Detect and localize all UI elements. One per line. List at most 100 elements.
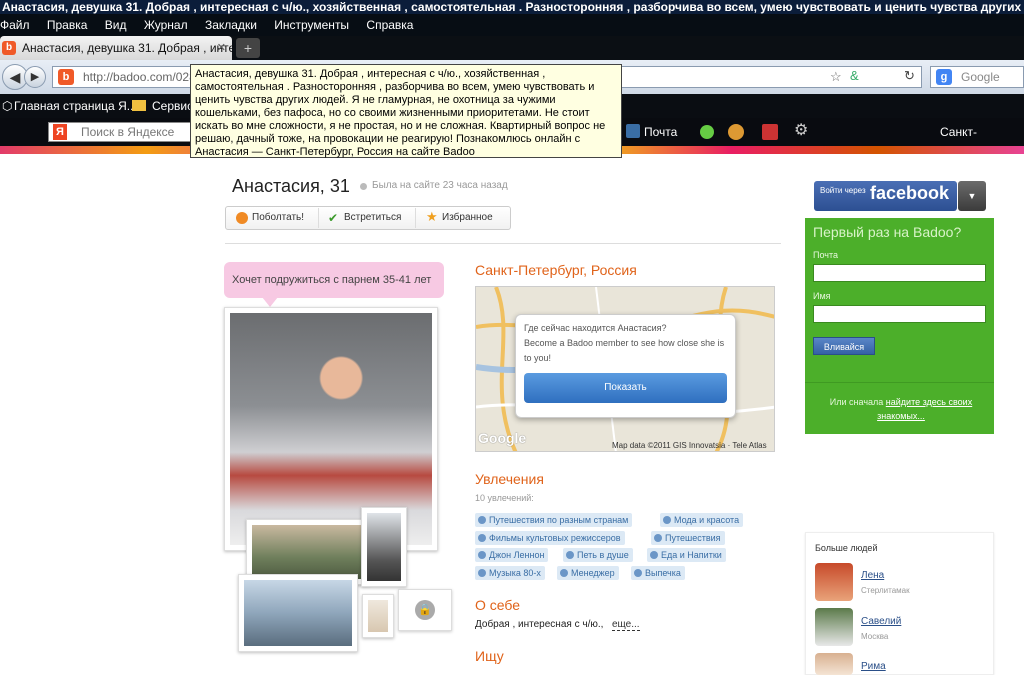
show-location-button[interactable]: Показать	[524, 373, 727, 403]
interest-tag[interactable]: Еда и Напитки	[647, 548, 726, 562]
yandex-bookmark-icon: ⬡	[2, 99, 13, 113]
tab-label: Анастасия, девушка 31. Добрая , интересн…	[22, 41, 232, 55]
avatar[interactable]	[815, 653, 853, 675]
web-search-placeholder: Google	[961, 70, 1000, 84]
google-icon: g	[936, 69, 952, 85]
weather-icon[interactable]	[700, 125, 714, 139]
last-seen-status: Была на сайте 23 часа назад	[372, 180, 508, 191]
interest-tag[interactable]: Фильмы культовых режиссеров	[475, 531, 625, 545]
name-label: Имя	[813, 291, 831, 301]
mail-icon	[626, 124, 640, 138]
person-name-link[interactable]: Рима	[861, 661, 886, 672]
meet-button[interactable]: ✔ Встретиться	[328, 206, 401, 230]
about-title: О себе	[475, 597, 521, 613]
chat-button[interactable]: Поболтать!	[236, 206, 304, 230]
menu-bookmarks[interactable]: Закладки	[205, 18, 257, 32]
email-field[interactable]	[813, 264, 986, 282]
yandex-mail-link[interactable]: Почта	[644, 118, 677, 146]
find-friends-note: Или сначала найдите здесь своих знакомых…	[812, 395, 990, 423]
person-city: Стерлитамак	[861, 586, 910, 595]
badoo-site-icon: b	[58, 69, 74, 85]
web-search-input[interactable]: g Google	[930, 66, 1024, 88]
name-field[interactable]	[813, 305, 986, 323]
facebook-logo: facebook	[870, 183, 950, 203]
join-button[interactable]: Вливайся	[813, 337, 875, 355]
traffic-icon[interactable]	[728, 124, 744, 140]
menu-view[interactable]: Вид	[105, 18, 127, 32]
interests-count: 10 увлечений:	[475, 493, 534, 503]
interest-tag[interactable]: Музыка 80-х	[475, 566, 545, 580]
thumbnail-photo-4[interactable]	[362, 594, 394, 638]
seeking-title: Ищу	[475, 648, 504, 664]
interests-title: Увлечения	[475, 471, 544, 487]
interest-tag[interactable]: Мода и красота	[660, 513, 744, 527]
more-people-title: Больше людей	[815, 543, 878, 553]
star-icon: ★	[426, 209, 438, 224]
favorite-button-label: Избранное	[442, 212, 493, 223]
badoo-favicon-icon: b	[2, 41, 16, 55]
chat-bubble-icon	[236, 212, 248, 224]
interest-tag[interactable]: Менеджер	[557, 566, 619, 580]
url-text: http://badoo.com/0280	[83, 70, 203, 84]
folder-icon	[132, 100, 146, 111]
wish-bubble: Хочет подружиться с парнем 35-41 лет	[224, 262, 444, 298]
checkmark-icon: ✔	[328, 211, 339, 225]
apps-icon[interactable]	[762, 124, 778, 140]
avatar[interactable]	[815, 608, 853, 646]
bookmark-star-icon[interactable]: ☆	[830, 69, 842, 85]
about-text: Добрая , интересная с ч/ю.,	[475, 619, 604, 630]
facebook-dropdown-icon[interactable]: ▼	[958, 181, 986, 211]
city-photo	[244, 580, 352, 646]
thumbnail-photo-3[interactable]	[238, 574, 358, 652]
menu-history[interactable]: Журнал	[144, 18, 188, 32]
menu-file[interactable]: Файл	[0, 18, 30, 32]
bookmark-services[interactable]: Сервис	[152, 94, 193, 118]
bookmark-yandex-home[interactable]: Главная страница Я...	[14, 94, 137, 118]
new-tab-button[interactable]: +	[236, 38, 260, 58]
registration-divider	[805, 382, 994, 383]
favorite-button[interactable]: ★ Избранное	[426, 206, 493, 230]
yandex-search-placeholder: Поиск в Яндексе	[81, 125, 175, 139]
person-name-link[interactable]: Савелий	[861, 616, 901, 627]
email-label: Почта	[813, 250, 838, 260]
lock-icon: 🔒	[415, 600, 435, 620]
menu-bar: Файл Правка Вид Журнал Закладки Инструме…	[0, 14, 1024, 36]
avatar[interactable]	[815, 563, 853, 601]
page-tooltip: Анастасия, девушка 31. Добрая , интересн…	[190, 64, 622, 158]
profile-name: Анастасия, 31	[232, 176, 350, 196]
tab-badoo[interactable]: b Анастасия, девушка 31. Добрая , интере…	[0, 36, 232, 60]
interest-tag[interactable]: Путешествия	[651, 531, 725, 545]
registration-title: Первый раз на Badoo?	[813, 224, 962, 240]
person-city: Москва	[861, 632, 889, 641]
close-tab-icon[interactable]: ✕	[217, 36, 226, 60]
yandex-search-input[interactable]: Я Поиск в Яндексе	[48, 122, 198, 142]
menu-tools[interactable]: Инструменты	[274, 18, 349, 32]
find-friends-link[interactable]: найдите здесь своих знакомых...	[877, 397, 972, 421]
yandex-icon: Я	[53, 124, 67, 140]
interest-tag[interactable]: Выпечка	[631, 566, 685, 580]
interest-tag[interactable]: Петь в душе	[563, 548, 633, 562]
map-copyright: Map data ©2011 GIS Innovatsia · Tele Atl…	[612, 441, 767, 450]
menu-edit[interactable]: Правка	[47, 18, 88, 32]
map-hint: Become a Badoo member to see how close s…	[524, 338, 725, 363]
addon-icon[interactable]: &	[850, 68, 859, 83]
forward-button[interactable]: ▶	[24, 66, 46, 88]
interest-tag[interactable]: Путешествия по разным странам	[475, 513, 633, 527]
map-question: Где сейчас находится Анастасия?	[524, 323, 667, 333]
group-photo	[252, 525, 364, 579]
wish-bubble-tail	[262, 297, 278, 307]
about-more-link[interactable]: еще...	[612, 619, 640, 631]
person-name-link[interactable]: Лена	[861, 570, 884, 581]
google-map-logo: Google	[478, 430, 527, 446]
small-photo	[368, 600, 388, 632]
thumbnail-photo-2[interactable]	[361, 507, 407, 587]
meet-button-label: Встретиться	[344, 212, 402, 223]
reload-icon[interactable]: ↻	[904, 68, 915, 84]
locked-photo[interactable]: 🔒	[398, 589, 452, 631]
interest-tag[interactable]: Джон Леннон	[475, 548, 549, 562]
settings-gear-icon[interactable]: ⚙	[794, 120, 808, 140]
menu-help[interactable]: Справка	[366, 18, 413, 32]
facebook-via-label: Войти через	[820, 186, 866, 195]
find-friends-prefix: Или сначала	[829, 397, 884, 407]
window-title: Анастасия, девушка 31. Добрая , интересн…	[0, 0, 1024, 14]
